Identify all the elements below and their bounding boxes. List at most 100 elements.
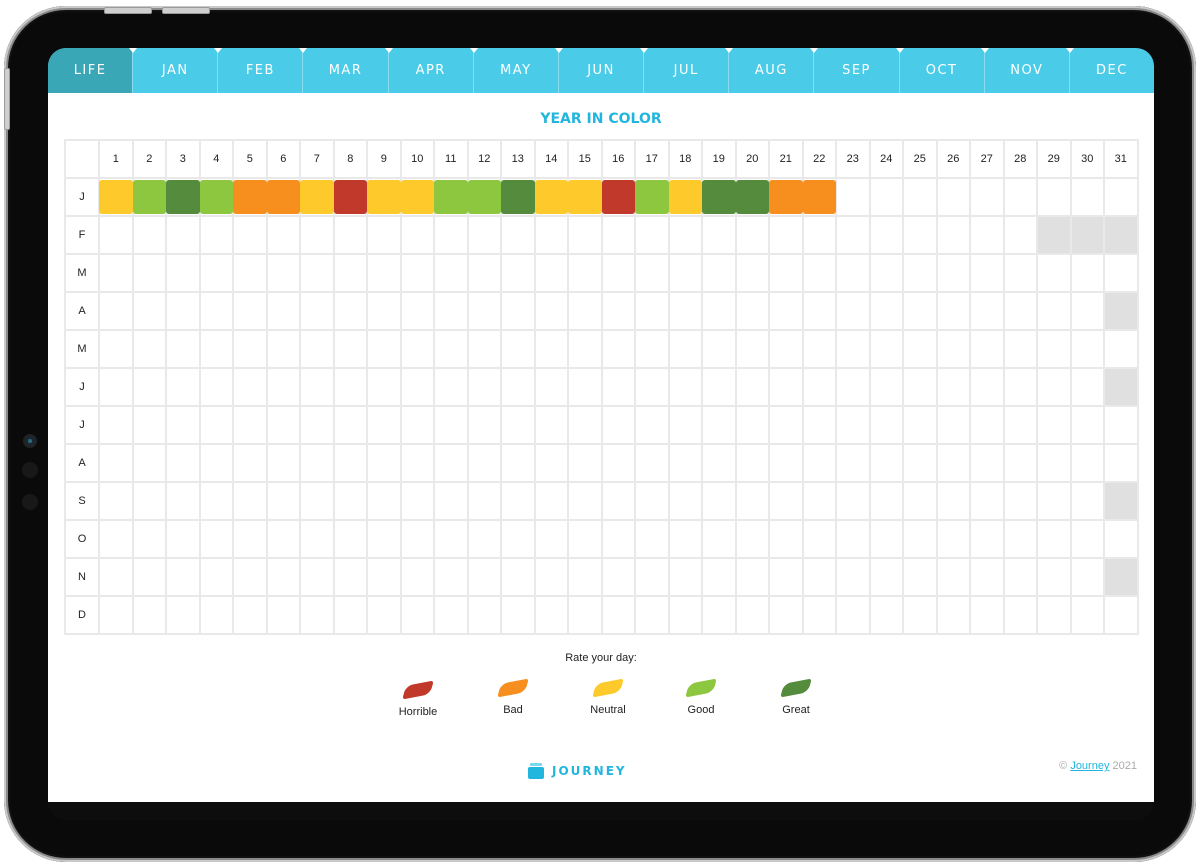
day-cell[interactable] <box>902 481 938 521</box>
day-cell[interactable] <box>232 253 268 293</box>
day-cell[interactable] <box>433 177 469 217</box>
day-cell[interactable] <box>500 177 536 217</box>
day-cell[interactable] <box>734 329 770 369</box>
day-cell[interactable] <box>935 253 971 293</box>
day-cell[interactable] <box>1069 595 1105 635</box>
day-cell[interactable] <box>902 443 938 483</box>
day-cell[interactable] <box>500 253 536 293</box>
day-cell[interactable] <box>600 595 636 635</box>
day-cell[interactable] <box>801 595 837 635</box>
day-cell[interactable] <box>1103 253 1139 293</box>
day-cell[interactable] <box>734 481 770 521</box>
day-cell[interactable] <box>98 215 134 255</box>
tab-jan[interactable]: JAN <box>129 48 217 93</box>
day-cell[interactable] <box>131 405 167 445</box>
day-cell[interactable] <box>1103 595 1139 635</box>
day-cell[interactable] <box>198 329 234 369</box>
day-cell[interactable] <box>734 405 770 445</box>
day-cell[interactable] <box>433 519 469 559</box>
day-cell[interactable] <box>98 481 134 521</box>
day-cell[interactable] <box>198 481 234 521</box>
day-cell[interactable] <box>768 519 804 559</box>
day-cell[interactable] <box>299 253 335 293</box>
legend-item-good[interactable]: Good <box>661 678 741 716</box>
day-cell[interactable] <box>969 367 1005 407</box>
day-cell[interactable] <box>299 595 335 635</box>
day-cell[interactable] <box>533 367 569 407</box>
day-cell[interactable] <box>667 481 703 521</box>
day-cell[interactable] <box>1002 253 1038 293</box>
day-cell[interactable] <box>567 519 603 559</box>
day-cell[interactable] <box>466 367 502 407</box>
day-cell[interactable] <box>98 177 134 217</box>
day-cell[interactable] <box>399 253 435 293</box>
day-cell[interactable] <box>198 253 234 293</box>
day-cell[interactable] <box>634 367 670 407</box>
day-cell[interactable] <box>500 519 536 559</box>
day-cell[interactable] <box>701 519 737 559</box>
day-cell[interactable] <box>1002 177 1038 217</box>
day-cell[interactable] <box>399 519 435 559</box>
day-cell[interactable] <box>332 367 368 407</box>
day-cell[interactable] <box>299 405 335 445</box>
day-cell[interactable] <box>701 405 737 445</box>
day-cell[interactable] <box>1002 595 1038 635</box>
day-cell[interactable] <box>801 367 837 407</box>
day-cell[interactable] <box>835 557 871 597</box>
day-cell[interactable] <box>232 329 268 369</box>
day-cell[interactable] <box>232 177 268 217</box>
tab-nov[interactable]: NOV <box>980 48 1069 93</box>
day-cell[interactable] <box>1002 405 1038 445</box>
day-cell[interactable] <box>98 367 134 407</box>
day-cell[interactable] <box>868 253 904 293</box>
day-cell[interactable] <box>701 481 737 521</box>
day-cell[interactable] <box>433 215 469 255</box>
day-cell[interactable] <box>131 481 167 521</box>
day-cell[interactable] <box>567 557 603 597</box>
day-cell[interactable] <box>1036 481 1072 521</box>
tab-sep[interactable]: SEP <box>810 48 898 93</box>
day-cell[interactable] <box>1103 329 1139 369</box>
legend-item-bad[interactable]: Bad <box>473 678 553 716</box>
day-cell[interactable] <box>366 291 402 331</box>
day-cell[interactable] <box>634 253 670 293</box>
day-cell[interactable] <box>835 519 871 559</box>
day-cell[interactable] <box>667 595 703 635</box>
day-cell[interactable] <box>969 557 1005 597</box>
day-cell[interactable] <box>801 177 837 217</box>
day-cell[interactable] <box>567 367 603 407</box>
day-cell[interactable] <box>634 443 670 483</box>
day-cell[interactable] <box>98 253 134 293</box>
day-cell[interactable] <box>198 177 234 217</box>
day-cell[interactable] <box>768 405 804 445</box>
day-cell[interactable] <box>299 177 335 217</box>
day-cell[interactable] <box>500 557 536 597</box>
day-cell[interactable] <box>332 595 368 635</box>
day-cell[interactable] <box>533 405 569 445</box>
day-cell[interactable] <box>868 557 904 597</box>
day-cell[interactable] <box>634 595 670 635</box>
day-cell[interactable] <box>835 253 871 293</box>
day-cell[interactable] <box>835 443 871 483</box>
day-cell[interactable] <box>131 215 167 255</box>
day-cell[interactable] <box>466 291 502 331</box>
day-cell[interactable] <box>768 291 804 331</box>
day-cell[interactable] <box>1103 177 1139 217</box>
day-cell[interactable] <box>131 595 167 635</box>
day-cell[interactable] <box>366 481 402 521</box>
day-cell[interactable] <box>466 557 502 597</box>
day-cell[interactable] <box>969 595 1005 635</box>
day-cell[interactable] <box>734 215 770 255</box>
day-cell[interactable] <box>868 215 904 255</box>
day-cell[interactable] <box>801 443 837 483</box>
day-cell[interactable] <box>835 405 871 445</box>
day-cell[interactable] <box>198 215 234 255</box>
day-cell[interactable] <box>332 215 368 255</box>
day-cell[interactable] <box>299 215 335 255</box>
tab-may[interactable]: MAY <box>469 48 558 93</box>
day-cell[interactable] <box>868 177 904 217</box>
day-cell[interactable] <box>969 177 1005 217</box>
day-cell[interactable] <box>433 595 469 635</box>
day-cell[interactable] <box>600 329 636 369</box>
day-cell[interactable] <box>634 481 670 521</box>
